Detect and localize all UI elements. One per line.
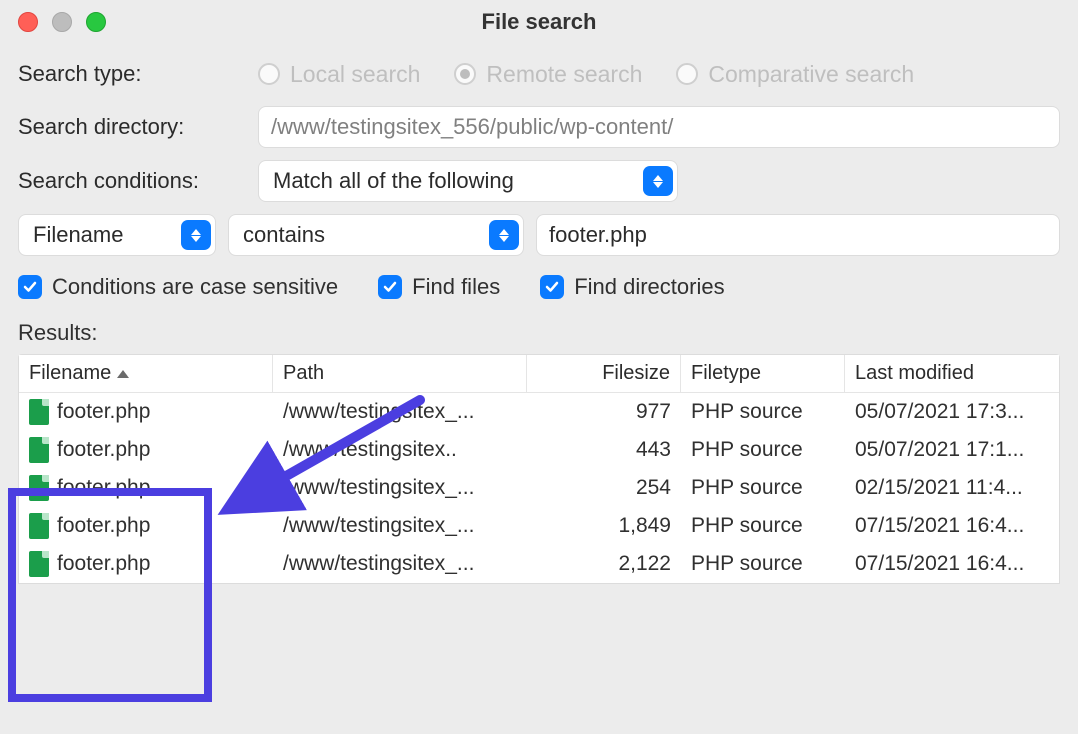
radio-label: Comparative search bbox=[708, 61, 914, 88]
cell-lastmodified: 05/07/2021 17:1... bbox=[845, 438, 1059, 462]
radio-circle-icon bbox=[258, 63, 280, 85]
condition-operator-select[interactable]: contains bbox=[228, 214, 524, 256]
select-value: Filename bbox=[33, 222, 123, 248]
select-arrows-icon bbox=[489, 220, 519, 250]
filename-text: footer.php bbox=[57, 552, 150, 576]
filename-text: footer.php bbox=[57, 438, 150, 462]
checkbox-label: Conditions are case sensitive bbox=[52, 274, 338, 300]
cell-lastmodified: 02/15/2021 11:4... bbox=[845, 476, 1059, 500]
table-row[interactable]: footer.php/www/testingsitex_...2,122PHP … bbox=[19, 545, 1059, 583]
radio-comparative-search[interactable]: Comparative search bbox=[676, 61, 914, 88]
column-header-filename[interactable]: Filename bbox=[19, 355, 273, 392]
radio-local-search[interactable]: Local search bbox=[258, 61, 420, 88]
radio-label: Local search bbox=[290, 61, 420, 88]
column-header-filetype[interactable]: Filetype bbox=[681, 355, 845, 392]
php-file-icon bbox=[29, 399, 49, 425]
cell-filesize: 254 bbox=[527, 476, 681, 500]
condition-row: Filename contains footer.php bbox=[18, 214, 1060, 256]
search-conditions-label: Search conditions: bbox=[18, 168, 258, 194]
cell-filesize: 977 bbox=[527, 400, 681, 424]
checkbox-find-files[interactable]: Find files bbox=[378, 274, 500, 300]
cell-path: /www/testingsitex_... bbox=[273, 514, 527, 538]
cell-filesize: 2,122 bbox=[527, 552, 681, 576]
checkbox-icon bbox=[540, 275, 564, 299]
cell-path: /www/testingsitex_... bbox=[273, 552, 527, 576]
condition-field-select[interactable]: Filename bbox=[18, 214, 216, 256]
select-arrows-icon bbox=[643, 166, 673, 196]
php-file-icon bbox=[29, 437, 49, 463]
search-directory-input[interactable]: /www/testingsitex_556/public/wp-content/ bbox=[258, 106, 1060, 148]
input-value: /www/testingsitex_556/public/wp-content/ bbox=[271, 114, 673, 140]
cell-path: /www/testingsitex_... bbox=[273, 400, 527, 424]
cell-filename: footer.php bbox=[19, 513, 273, 539]
php-file-icon bbox=[29, 551, 49, 577]
column-header-label: Path bbox=[283, 362, 324, 385]
cell-lastmodified: 07/15/2021 16:4... bbox=[845, 552, 1059, 576]
cell-filetype: PHP source bbox=[681, 438, 845, 462]
php-file-icon bbox=[29, 475, 49, 501]
window-title: File search bbox=[0, 9, 1078, 35]
cell-lastmodified: 07/15/2021 16:4... bbox=[845, 514, 1059, 538]
radio-label: Remote search bbox=[486, 61, 642, 88]
cell-filetype: PHP source bbox=[681, 514, 845, 538]
checkbox-icon bbox=[18, 275, 42, 299]
column-header-filesize[interactable]: Filesize bbox=[527, 355, 681, 392]
checkbox-case-sensitive[interactable]: Conditions are case sensitive bbox=[18, 274, 338, 300]
checkbox-icon bbox=[378, 275, 402, 299]
table-row[interactable]: footer.php/www/testingsitex..443PHP sour… bbox=[19, 431, 1059, 469]
table-header-row: Filename Path Filesize Filetype Last mod… bbox=[19, 355, 1059, 393]
cell-filetype: PHP source bbox=[681, 476, 845, 500]
cell-path: /www/testingsitex_... bbox=[273, 476, 527, 500]
checkbox-label: Find files bbox=[412, 274, 500, 300]
column-header-label: Filetype bbox=[691, 362, 761, 385]
cell-filename: footer.php bbox=[19, 475, 273, 501]
filename-text: footer.php bbox=[57, 514, 150, 538]
search-type-label: Search type: bbox=[18, 61, 258, 87]
filename-text: footer.php bbox=[57, 476, 150, 500]
checkbox-find-directories[interactable]: Find directories bbox=[540, 274, 724, 300]
window-titlebar: File search bbox=[0, 0, 1078, 44]
results-label: Results: bbox=[18, 320, 1060, 346]
select-value: contains bbox=[243, 222, 325, 248]
cell-filename: footer.php bbox=[19, 551, 273, 577]
column-header-lastmodified[interactable]: Last modified bbox=[845, 355, 1059, 392]
cell-filesize: 443 bbox=[527, 438, 681, 462]
cell-filetype: PHP source bbox=[681, 552, 845, 576]
cell-filesize: 1,849 bbox=[527, 514, 681, 538]
table-row[interactable]: footer.php/www/testingsitex_...977PHP so… bbox=[19, 393, 1059, 431]
table-row[interactable]: footer.php/www/testingsitex_...1,849PHP … bbox=[19, 507, 1059, 545]
column-header-path[interactable]: Path bbox=[273, 355, 527, 392]
radio-circle-icon bbox=[676, 63, 698, 85]
filename-text: footer.php bbox=[57, 400, 150, 424]
checkbox-label: Find directories bbox=[574, 274, 724, 300]
condition-value-input[interactable]: footer.php bbox=[536, 214, 1060, 256]
search-type-radio-group: Local search Remote search Comparative s… bbox=[258, 61, 914, 88]
radio-circle-icon bbox=[454, 63, 476, 85]
search-directory-label: Search directory: bbox=[18, 114, 258, 140]
column-header-label: Last modified bbox=[855, 362, 974, 385]
select-arrows-icon bbox=[181, 220, 211, 250]
sort-ascending-icon bbox=[117, 370, 129, 378]
cell-filename: footer.php bbox=[19, 437, 273, 463]
cell-filetype: PHP source bbox=[681, 400, 845, 424]
match-mode-select[interactable]: Match all of the following bbox=[258, 160, 678, 202]
cell-lastmodified: 05/07/2021 17:3... bbox=[845, 400, 1059, 424]
cell-filename: footer.php bbox=[19, 399, 273, 425]
table-body: footer.php/www/testingsitex_...977PHP so… bbox=[19, 393, 1059, 583]
input-value: footer.php bbox=[549, 222, 647, 248]
column-header-label: Filesize bbox=[602, 362, 670, 385]
radio-remote-search[interactable]: Remote search bbox=[454, 61, 642, 88]
cell-path: /www/testingsitex.. bbox=[273, 438, 527, 462]
php-file-icon bbox=[29, 513, 49, 539]
column-header-label: Filename bbox=[29, 362, 111, 385]
results-table: Filename Path Filesize Filetype Last mod… bbox=[18, 354, 1060, 584]
table-row[interactable]: footer.php/www/testingsitex_...254PHP so… bbox=[19, 469, 1059, 507]
select-value: Match all of the following bbox=[273, 168, 514, 194]
